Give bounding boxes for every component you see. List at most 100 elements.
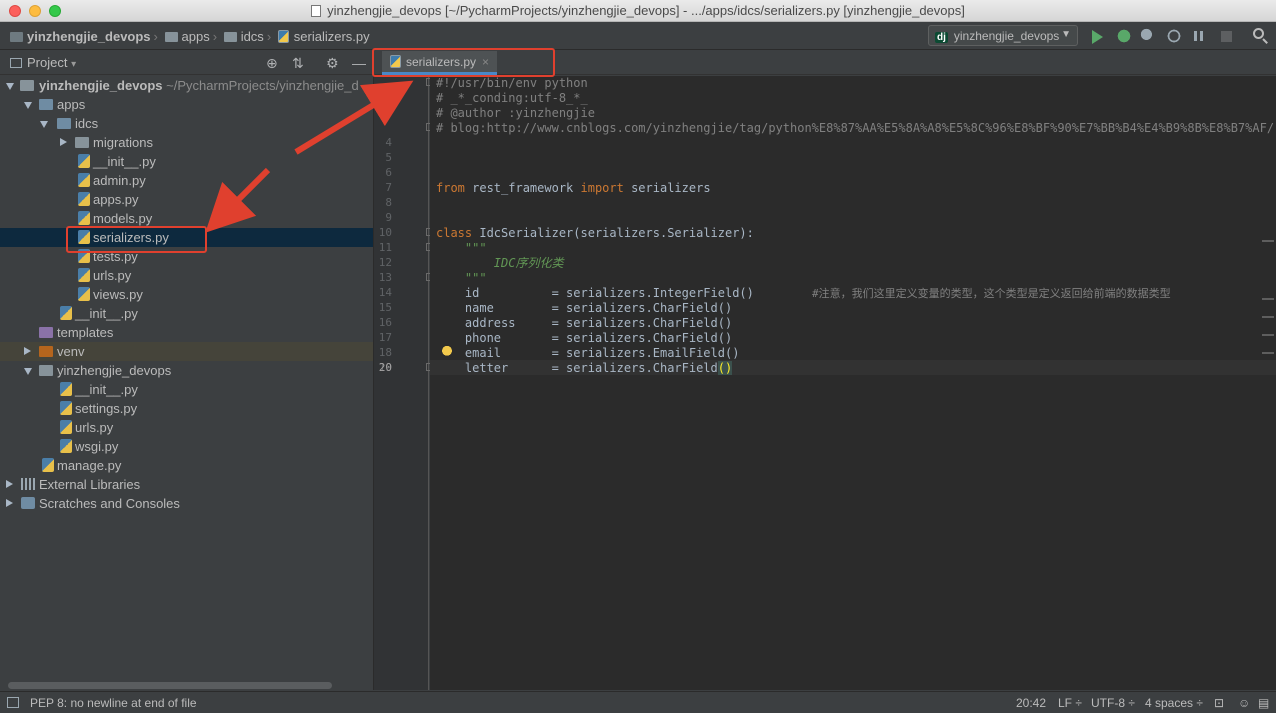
error-stripe-mark[interactable]	[1262, 352, 1274, 354]
stop-icon[interactable]	[1221, 31, 1232, 42]
tree-item-file[interactable]: urls.py	[0, 418, 373, 437]
line-number: 8	[385, 196, 392, 209]
error-stripe-mark[interactable]	[1262, 298, 1274, 300]
tree-item-venv[interactable]: venv	[0, 342, 373, 361]
python-file-icon	[78, 211, 90, 225]
tree-item-file[interactable]: __init__.py	[0, 304, 373, 323]
tree-item-label: templates	[57, 325, 114, 340]
debug-icon[interactable]	[1116, 28, 1132, 44]
tree-item-file[interactable]: manage.py	[0, 456, 373, 475]
coverage-icon[interactable]	[1140, 28, 1156, 44]
python-file-icon	[311, 5, 322, 17]
python-file-icon	[60, 401, 72, 415]
expand-arrow-icon[interactable]	[24, 368, 32, 375]
python-file-icon	[78, 154, 90, 168]
tree-item-label: apps.py	[93, 192, 139, 207]
gear-icon[interactable]: ⚙	[326, 55, 339, 72]
folder-icon	[39, 99, 53, 110]
concurrency-icon[interactable]	[1192, 28, 1208, 44]
inspector-icon[interactable]: ☺	[1238, 696, 1250, 710]
tree-item-file[interactable]: views.py	[0, 285, 373, 304]
error-stripe-mark[interactable]	[1262, 334, 1274, 336]
tree-item-label: migrations	[93, 135, 153, 150]
window-titlebar: yinzhengjie_devops [~/PycharmProjects/yi…	[0, 0, 1276, 22]
breadcrumb: yinzhengjie_devops › apps › idcs › serializ…	[10, 29, 370, 44]
expand-arrow-icon[interactable]	[24, 347, 31, 355]
breadcrumb-idcs[interactable]: idcs	[241, 29, 264, 44]
tree-item-label: yinzhengjie_devops	[57, 363, 172, 378]
line-number: 15	[378, 301, 392, 314]
breadcrumb-apps[interactable]: apps	[182, 29, 210, 44]
tree-item-scratches[interactable]: Scratches and Consoles	[0, 494, 373, 513]
indent-setting[interactable]: 4 spaces ÷	[1145, 696, 1203, 710]
tree-item-package[interactable]: yinzhengjie_devops	[0, 361, 373, 380]
tree-item-file[interactable]: settings.py	[0, 399, 373, 418]
line-number: 11	[378, 241, 392, 254]
python-file-icon	[277, 30, 289, 43]
hide-panel-icon[interactable]: —	[352, 55, 366, 71]
code-line: email = serializers.EmailField()	[436, 346, 740, 360]
python-file-icon	[60, 382, 72, 396]
expand-arrow-icon[interactable]	[6, 83, 14, 90]
expand-arrow-icon[interactable]	[40, 121, 48, 128]
tree-item-file[interactable]: __init__.py	[0, 152, 373, 171]
horizontal-scrollbar[interactable]	[8, 682, 332, 689]
line-separator[interactable]: LF ÷	[1058, 696, 1082, 710]
tree-item-label: Scratches and Consoles	[39, 496, 180, 511]
run-icon[interactable]	[1092, 30, 1103, 44]
tree-item-external-libraries[interactable]: External Libraries	[0, 475, 373, 494]
lightbulb-icon[interactable]	[442, 346, 452, 358]
expand-arrow-icon[interactable]	[6, 480, 13, 488]
error-stripe-mark[interactable]	[1262, 240, 1274, 242]
python-file-icon	[78, 192, 90, 206]
code-line: # blog:http://www.cnblogs.com/yinzhengji…	[436, 121, 1275, 135]
breadcrumb-file[interactable]: serializers.py	[294, 29, 370, 44]
code-editor[interactable]: #!/usr/bin/env python # _*_conding:utf-8…	[430, 76, 1276, 690]
folder-icon	[164, 32, 178, 42]
code-line: # _*_conding:utf-8_*_	[436, 91, 588, 105]
tree-item-file[interactable]: urls.py	[0, 266, 373, 285]
python-file-icon	[42, 458, 54, 472]
expand-arrow-icon[interactable]	[24, 102, 32, 109]
error-stripe-mark[interactable]	[1262, 316, 1274, 318]
run-configuration-select[interactable]: dj yinzhengjie_devops ▼	[928, 25, 1078, 46]
search-icon[interactable]	[1253, 28, 1269, 44]
file-encoding[interactable]: UTF-8 ÷	[1091, 696, 1135, 710]
code-line: class IdcSerializer(serializers.Serializ…	[436, 226, 754, 240]
locate-icon[interactable]: ⊕	[266, 55, 278, 72]
toggle-tool-windows-icon[interactable]	[7, 697, 19, 708]
tree-item-templates[interactable]: templates	[0, 323, 373, 342]
tree-item-migrations[interactable]: migrations	[0, 133, 373, 152]
tree-item-file[interactable]: admin.py	[0, 171, 373, 190]
tree-root[interactable]: yinzhengjie_devops ~/PycharmProjects/yin…	[0, 76, 373, 95]
code-line: # @author :yinzhengjie	[436, 106, 595, 120]
caret-position[interactable]: 20:42	[1016, 696, 1046, 710]
event-log-icon[interactable]: ▤	[1258, 696, 1269, 710]
project-view-select[interactable]: Project ▾	[10, 55, 76, 70]
expand-arrow-icon[interactable]	[60, 138, 67, 146]
tree-item-file[interactable]: apps.py	[0, 190, 373, 209]
python-file-icon	[78, 173, 90, 187]
scratches-icon	[21, 497, 35, 509]
project-tree: yinzhengjie_devops ~/PycharmProjects/yin…	[0, 76, 373, 690]
folder-icon	[57, 118, 71, 129]
tree-item-file[interactable]: __init__.py	[0, 380, 373, 399]
tree-item-label: settings.py	[75, 401, 138, 416]
tree-item-idcs[interactable]: idcs	[0, 114, 373, 133]
tree-item-file[interactable]: wsgi.py	[0, 437, 373, 456]
tree-item-label: __init__.py	[75, 306, 138, 321]
tree-item-apps[interactable]: apps	[0, 95, 373, 114]
collapse-all-icon[interactable]: ⇅	[292, 55, 304, 72]
breadcrumb-project[interactable]: yinzhengjie_devops	[27, 29, 151, 44]
profile-icon[interactable]	[1166, 28, 1182, 44]
expand-arrow-icon[interactable]	[6, 499, 13, 507]
line-number: 3	[385, 106, 392, 119]
lock-icon[interactable]: ⊡	[1214, 696, 1224, 710]
project-panel-header: Project ▾ ⊕ ⇅ ⚙ —	[0, 51, 373, 75]
annotation-box-tab	[372, 48, 555, 77]
code-line: """	[436, 241, 487, 255]
code-line: name = serializers.CharField()	[436, 301, 733, 315]
folder-icon	[75, 137, 89, 148]
status-message: PEP 8: no newline at end of file	[30, 696, 197, 710]
line-number: 7	[385, 181, 392, 194]
